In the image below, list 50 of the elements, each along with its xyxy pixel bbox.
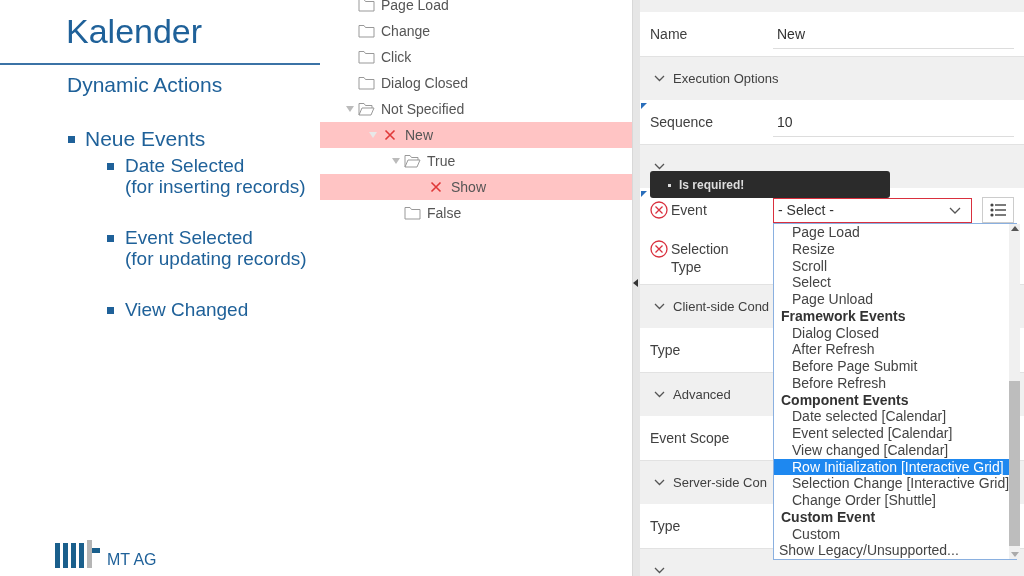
dropdown-option[interactable]: Page Unload [774, 291, 1010, 308]
property-value[interactable]: 10 [773, 107, 1014, 137]
tree-row[interactable]: False [320, 200, 632, 226]
property-label: Selection Type [671, 240, 730, 276]
dropdown-option[interactable]: Dialog Closed [774, 324, 1010, 342]
dropdown-option[interactable]: Selection Change [Interactive Grid] [774, 475, 1010, 492]
dropdown-option[interactable]: Row Initialization [Interactive Grid] [774, 458, 1010, 476]
invalid-tree-row[interactable]: New [320, 122, 632, 148]
bullet-text: Event Selected (for updating records) [125, 227, 307, 269]
tree-row[interactable]: True [320, 148, 632, 174]
dropdown-option[interactable]: Select [774, 274, 1010, 291]
tree-row[interactable]: Click [320, 44, 632, 70]
tree-row[interactable]: Dialog Closed [320, 70, 632, 96]
dropdown-option[interactable]: After Refresh [774, 341, 1010, 358]
logo-text: MT AG [107, 552, 157, 568]
slide-title: Kalender [65, 11, 204, 52]
dropdown-option[interactable]: Before Page Submit [774, 358, 1010, 375]
property-label: Event [671, 201, 708, 219]
dropdown-option[interactable]: Page Load [774, 224, 1010, 241]
option-group-label: Custom Event [780, 508, 877, 526]
dropdown-option[interactable]: Resize [774, 240, 1010, 258]
bullet-text: Date Selected (for inserting records) [125, 155, 306, 197]
option-group-label: Component Events [780, 391, 910, 409]
bullet-text: View Changed [125, 299, 249, 320]
invalid-tree-row[interactable]: Show [320, 174, 632, 200]
section-title: Execution Options [673, 71, 779, 86]
slide-subtitle: Dynamic Actions [66, 72, 224, 97]
section-title: Server-side Con [673, 475, 767, 490]
property-label: Type [650, 341, 682, 359]
show-more-option[interactable]: Show Legacy/Unsupported... [774, 542, 1010, 559]
tree-row[interactable]: Not Specified [320, 96, 632, 122]
property-label: Name [650, 25, 689, 43]
property-label: Sequence [650, 113, 715, 131]
section-title: Client-side Cond [673, 299, 770, 314]
tooltip-message: Is required! [679, 178, 745, 192]
dropdown-option[interactable]: View changed [Calendar] [774, 441, 1010, 459]
property-value[interactable]: New [773, 19, 1014, 49]
dropdown-option[interactable]: Event selected [Calendar] [774, 425, 1010, 442]
section-title: Advanced [673, 387, 731, 402]
bullet-text: Neue Events [85, 127, 206, 151]
dropdown-option[interactable]: Custom [774, 525, 1010, 543]
event-select[interactable]: - Select - [773, 197, 972, 223]
dropdown-option[interactable]: Before Refresh [774, 374, 1010, 392]
property-label: Type [650, 517, 682, 535]
dropdown-option[interactable]: Date selected [Calendar] [774, 408, 1010, 425]
tree-row[interactable]: Change [320, 18, 632, 44]
dropdown-option[interactable]: Scroll [774, 257, 1010, 275]
tree-row[interactable]: Page Load [320, 0, 632, 18]
option-group-label: Framework Events [780, 307, 907, 325]
property-label: Event Scope [650, 429, 731, 447]
